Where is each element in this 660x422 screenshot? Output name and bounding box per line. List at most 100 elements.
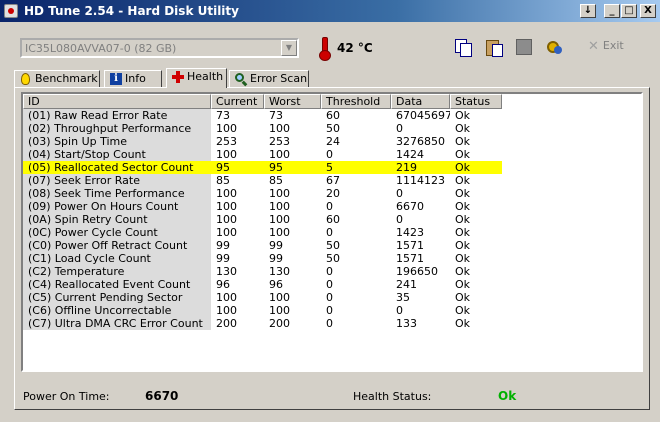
table-cell-data: 1424: [396, 148, 424, 161]
table-row[interactable]: (0C) Power Cycle Count 100 100 0 1423 Ok: [23, 226, 641, 239]
column-header-threshold[interactable]: Threshold: [321, 94, 391, 109]
table-cell-current: 200: [216, 317, 237, 330]
table-cell-status: Ok: [455, 304, 471, 317]
table-row[interactable]: (0A) Spin Retry Count 100 100 60 0 Ok: [23, 213, 641, 226]
health-panel: ID Current Worst Threshold Data Status (…: [14, 87, 650, 410]
table-row[interactable]: (C5) Current Pending Sector 100 100 0 35 Ok: [23, 291, 641, 304]
exit-label: Exit: [602, 39, 624, 52]
tab-label: Health: [187, 70, 224, 83]
table-row[interactable]: (02) Throughput Performance 100 100 50 0 Ok: [23, 122, 641, 135]
table-header: ID Current Worst Threshold Data Status: [23, 94, 641, 109]
table-cell-current: 100: [216, 200, 237, 213]
column-header-status[interactable]: Status: [450, 94, 502, 109]
table-cell-worst: 99: [269, 252, 283, 265]
table-cell-status: Ok: [455, 122, 471, 135]
exit-button[interactable]: ✕ Exit: [588, 39, 624, 57]
chevron-down-icon[interactable]: ▼: [281, 40, 297, 56]
table-cell-current: 96: [216, 278, 230, 291]
table-cell-data: 0: [396, 304, 403, 317]
table-cell-threshold: 0: [326, 317, 333, 330]
status-bar: Power On Time: 6670 Health Status: Ok: [21, 379, 643, 407]
table-cell-data: 1571: [396, 239, 424, 252]
table-row[interactable]: (C7) Ultra DMA CRC Error Count 200 200 0 133…: [23, 317, 641, 330]
table-row[interactable]: (C4) Reallocated Event Count 96 96 0 241 Ok: [23, 278, 641, 291]
table-cell-worst: 100: [269, 213, 290, 226]
table-cell-status: Ok: [450, 161, 502, 174]
table-cell-worst: 100: [269, 187, 290, 200]
tab-benchmark[interactable]: Benchmark: [14, 70, 100, 87]
table-cell-worst: 130: [269, 265, 290, 278]
table-row[interactable]: (08) Seek Time Performance 100 100 20 0 Ok: [23, 187, 641, 200]
table-row[interactable]: (05) Reallocated Sector Count 95 95 5 219 Ok: [23, 161, 641, 174]
table-cell-threshold: 0: [326, 148, 333, 161]
table-cell-worst: 253: [269, 135, 290, 148]
table-cell-current: 130: [216, 265, 237, 278]
table-row[interactable]: (C2) Temperature 130 130 0 196650 Ok: [23, 265, 641, 278]
table-cell-id: (01) Raw Read Error Rate: [23, 109, 211, 122]
table-cell-worst: 100: [269, 148, 290, 161]
table-cell-worst: 85: [269, 174, 283, 187]
table-cell-threshold: 50: [326, 122, 340, 135]
table-cell-worst: 95: [264, 161, 321, 174]
table-cell-threshold: 50: [326, 239, 340, 252]
table-cell-threshold: 0: [326, 291, 333, 304]
table-row[interactable]: (01) Raw Read Error Rate 73 73 60 67045697 Ok: [23, 109, 641, 122]
table-cell-id: (C4) Reallocated Event Count: [23, 278, 211, 291]
table-cell-worst: 100: [269, 122, 290, 135]
power-on-time-label: Power On Time:: [23, 390, 110, 403]
table-cell-current: 99: [216, 252, 230, 265]
table-cell-id: (05) Reallocated Sector Count: [23, 161, 211, 174]
tab-health[interactable]: Health: [166, 68, 227, 88]
window-title: HD Tune 2.54 - Hard Disk Utility: [24, 4, 239, 18]
exit-icon: ✕: [588, 39, 599, 54]
table-row[interactable]: (04) Start/Stop Count 100 100 0 1424 Ok: [23, 148, 641, 161]
table-cell-status: Ok: [455, 252, 471, 265]
table-row[interactable]: (09) Power On Hours Count 100 100 0 6670 Ok: [23, 200, 641, 213]
table-cell-current: 99: [216, 239, 230, 252]
table-cell-id: (02) Throughput Performance: [23, 122, 211, 135]
copy-icon[interactable]: [454, 38, 472, 57]
app-icon[interactable]: [4, 4, 18, 18]
table-cell-current: 95: [211, 161, 264, 174]
column-header-current[interactable]: Current: [211, 94, 264, 109]
table-row[interactable]: (C1) Load Cycle Count 99 99 50 1571 Ok: [23, 252, 641, 265]
table-cell-threshold: 0: [326, 226, 333, 239]
table-cell-status: Ok: [455, 109, 471, 122]
table-cell-id: (0C) Power Cycle Count: [23, 226, 211, 239]
table-cell-data: 1114123: [396, 174, 445, 187]
table-row[interactable]: (C0) Power Off Retract Count 99 99 50 1571 Ok: [23, 239, 641, 252]
minimize-button[interactable]: _: [604, 4, 620, 18]
table-cell-threshold: 5: [321, 161, 391, 174]
close-button[interactable]: X: [640, 4, 656, 18]
table-cell-data: 133: [396, 317, 417, 330]
options-icon[interactable]: [546, 38, 564, 56]
table-cell-id: (0A) Spin Retry Count: [23, 213, 211, 226]
table-cell-current: 100: [216, 213, 237, 226]
rollup-button[interactable]: ↓: [580, 4, 596, 18]
table-cell-id: (C5) Current Pending Sector: [23, 291, 211, 304]
table-cell-threshold: 20: [326, 187, 340, 200]
save-icon[interactable]: [515, 38, 533, 56]
table-cell-id: (C1) Load Cycle Count: [23, 252, 211, 265]
table-row[interactable]: (07) Seek Error Rate 85 85 67 1114123 Ok: [23, 174, 641, 187]
table-cell-data: 0: [396, 122, 403, 135]
table-cell-worst: 100: [269, 226, 290, 239]
tab-error-scan[interactable]: Error Scan: [229, 70, 309, 87]
power-on-time-value: 6670: [145, 389, 179, 403]
paste-icon[interactable]: [485, 38, 503, 57]
table-cell-worst: 73: [269, 109, 283, 122]
table-cell-id: (C7) Ultra DMA CRC Error Count: [23, 317, 211, 330]
table-cell-worst: 100: [269, 291, 290, 304]
tab-info[interactable]: i Info: [104, 70, 162, 87]
column-header-data[interactable]: Data: [391, 94, 450, 109]
table-row[interactable]: (C6) Offline Uncorrectable 100 100 0 0 Ok: [23, 304, 641, 317]
table-cell-worst: 100: [269, 200, 290, 213]
maximize-button[interactable]: □: [621, 4, 637, 18]
table-row[interactable]: (03) Spin Up Time 253 253 24 3276850 Ok: [23, 135, 641, 148]
column-header-id[interactable]: ID: [23, 94, 211, 109]
smart-table[interactable]: ID Current Worst Threshold Data Status (…: [21, 92, 643, 372]
column-header-worst[interactable]: Worst: [264, 94, 321, 109]
health-cross-icon: [172, 71, 184, 83]
title-bar[interactable]: HD Tune 2.54 - Hard Disk Utility ↓ _ □ X: [0, 0, 660, 22]
drive-select[interactable]: IC35L080AVVA07-0 (82 GB) ▼: [20, 38, 299, 58]
